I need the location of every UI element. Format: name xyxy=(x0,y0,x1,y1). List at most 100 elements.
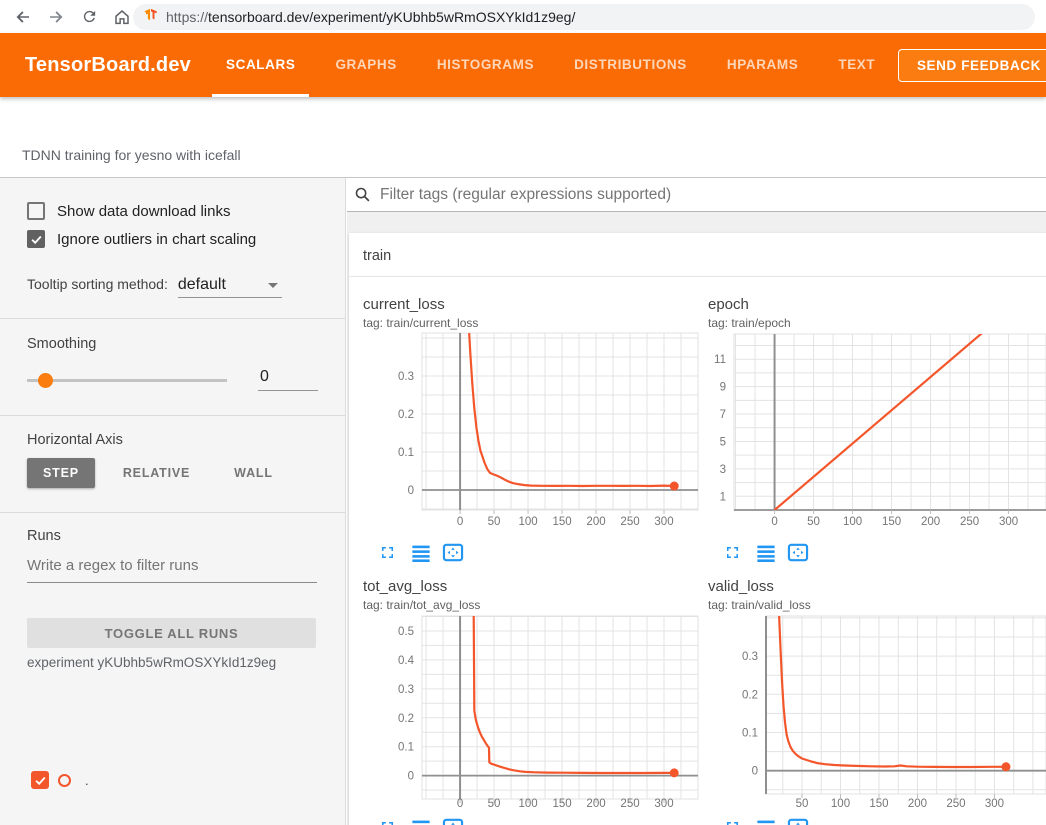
expand-chart-icon[interactable] xyxy=(723,818,745,825)
smoothing-slider-track[interactable] xyxy=(27,379,227,382)
tab-distributions[interactable]: DISTRIBUTIONS xyxy=(560,33,701,97)
svg-text:0.1: 0.1 xyxy=(398,447,414,459)
svg-text:0.2: 0.2 xyxy=(742,689,758,701)
chart-toolbar xyxy=(378,543,474,562)
reload-icon[interactable] xyxy=(79,7,99,27)
toggle-all-runs-button[interactable]: TOGGLE ALL RUNS xyxy=(27,618,316,648)
chart-current-loss: current_loss tag: train/current_loss 050… xyxy=(354,290,699,570)
svg-text:200: 200 xyxy=(586,516,605,528)
experiment-subtitle-bar: TDNN training for yesno with icefall xyxy=(0,97,1046,178)
log-scale-icon[interactable] xyxy=(755,818,777,825)
chart-canvas[interactable]: 05010015020025030000.10.20.30.40.5 xyxy=(354,612,699,825)
tab-hparams[interactable]: HPARAMS xyxy=(713,33,812,97)
ignore-outliers-label: Ignore outliers in chart scaling xyxy=(57,231,256,248)
ignore-outliers-checkbox-row[interactable]: Ignore outliers in chart scaling xyxy=(27,230,256,248)
axis-relative-button[interactable]: RELATIVE xyxy=(107,458,206,488)
svg-text:150: 150 xyxy=(552,798,571,810)
tensorboard-favicon xyxy=(143,7,158,27)
log-scale-icon[interactable] xyxy=(410,818,432,825)
divider xyxy=(0,318,346,319)
svg-text:250: 250 xyxy=(620,798,639,810)
filter-tags-row xyxy=(347,178,1046,212)
fit-domain-icon[interactable] xyxy=(787,543,809,562)
svg-text:100: 100 xyxy=(831,798,850,810)
svg-text:0.2: 0.2 xyxy=(398,409,414,421)
chart-canvas[interactable]: 0501001502002503001357911 xyxy=(699,330,1046,530)
smoothing-slider-row: 0 xyxy=(27,370,319,390)
fit-domain-icon[interactable] xyxy=(442,543,464,562)
svg-text:9: 9 xyxy=(720,382,726,394)
show-download-links-label: Show data download links xyxy=(57,203,230,220)
svg-text:300: 300 xyxy=(654,798,673,810)
chart-toolbar xyxy=(723,543,819,562)
forward-icon[interactable] xyxy=(46,7,66,27)
checkbox-unchecked-icon[interactable] xyxy=(27,202,45,220)
svg-text:300: 300 xyxy=(985,798,1004,810)
chart-tag: tag: train/current_loss xyxy=(363,316,478,330)
runs-regex-input[interactable] xyxy=(27,553,317,583)
filter-tags-input[interactable] xyxy=(380,186,980,204)
svg-text:0.3: 0.3 xyxy=(742,651,758,663)
horizontal-axis-buttons: STEP RELATIVE WALL xyxy=(27,458,301,488)
back-icon[interactable] xyxy=(13,7,33,27)
svg-text:250: 250 xyxy=(620,516,639,528)
svg-text:150: 150 xyxy=(869,798,888,810)
tooltip-sorting-select[interactable]: default xyxy=(178,276,282,298)
axis-wall-button[interactable]: WALL xyxy=(218,458,289,488)
fit-domain-icon[interactable] xyxy=(442,818,464,825)
checkbox-checked-icon[interactable] xyxy=(27,230,45,248)
svg-text:0: 0 xyxy=(752,766,758,778)
svg-text:150: 150 xyxy=(552,516,571,528)
svg-text:50: 50 xyxy=(488,798,501,810)
svg-text:1: 1 xyxy=(720,491,726,503)
svg-text:0.5: 0.5 xyxy=(398,626,414,638)
home-icon[interactable] xyxy=(112,7,132,27)
chart-canvas[interactable]: 05010015020025030000.10.20.3 xyxy=(354,330,699,530)
chart-valid-loss: valid_loss tag: train/valid_loss 5010015… xyxy=(699,572,1046,825)
chart-canvas[interactable]: 5010015020025030000.10.20.3 xyxy=(699,612,1046,825)
svg-text:7: 7 xyxy=(720,409,726,421)
svg-text:0: 0 xyxy=(408,771,414,783)
svg-text:50: 50 xyxy=(807,516,820,528)
log-scale-icon[interactable] xyxy=(755,543,777,562)
chart-tot-avg-loss: tot_avg_loss tag: train/tot_avg_loss 050… xyxy=(354,572,699,825)
chart-epoch: epoch tag: train/epoch 05010015020025030… xyxy=(699,290,1046,570)
tab-histograms[interactable]: HISTOGRAMS xyxy=(423,33,548,97)
fit-domain-icon[interactable] xyxy=(787,818,809,825)
chart-tag: tag: train/tot_avg_loss xyxy=(363,598,480,612)
send-feedback-button[interactable]: SEND FEEDBACK xyxy=(898,49,1046,82)
settings-sidebar: Show data download links Ignore outliers… xyxy=(0,178,346,825)
section-title[interactable]: train xyxy=(349,233,1046,277)
app-header: TensorBoard.dev SCALARS GRAPHS HISTOGRAM… xyxy=(0,33,1046,97)
tab-graphs[interactable]: GRAPHS xyxy=(321,33,410,97)
show-download-links-checkbox-row[interactable]: Show data download links xyxy=(27,202,230,220)
main-content: train current_loss tag: train/current_lo… xyxy=(347,178,1046,825)
url-host-path: tensorboard.dev/experiment/yKUbhb5wRmOSX… xyxy=(208,9,575,25)
tab-text[interactable]: TEXT xyxy=(824,33,889,97)
address-bar[interactable]: https://tensorboard.dev/experiment/yKUbh… xyxy=(133,4,1035,30)
svg-text:0.2: 0.2 xyxy=(398,713,414,725)
runs-label: Runs xyxy=(27,528,61,544)
expand-chart-icon[interactable] xyxy=(378,543,400,562)
expand-chart-icon[interactable] xyxy=(378,818,400,825)
chart-toolbar xyxy=(378,818,474,825)
axis-step-button[interactable]: STEP xyxy=(27,458,95,488)
tooltip-sorting-value: default xyxy=(178,276,226,293)
browser-toolbar: https://tensorboard.dev/experiment/yKUbh… xyxy=(0,0,1046,33)
chart-title: valid_loss xyxy=(708,578,774,595)
expand-chart-icon[interactable] xyxy=(723,543,745,562)
smoothing-slider-thumb[interactable] xyxy=(38,373,53,388)
chart-title: current_loss xyxy=(363,296,445,313)
run-checkbox-checked-icon[interactable] xyxy=(31,771,49,789)
chart-tag: tag: train/valid_loss xyxy=(708,598,811,612)
tab-scalars[interactable]: SCALARS xyxy=(212,33,309,97)
run-item[interactable]: . xyxy=(31,771,89,789)
run-name: . xyxy=(85,773,89,788)
smoothing-value[interactable]: 0 xyxy=(258,368,318,391)
divider xyxy=(0,415,346,416)
run-color-swatch-icon xyxy=(58,774,71,787)
svg-text:3: 3 xyxy=(720,464,726,476)
tooltip-sorting-label: Tooltip sorting method: xyxy=(27,276,168,292)
svg-text:100: 100 xyxy=(843,516,862,528)
log-scale-icon[interactable] xyxy=(410,543,432,562)
